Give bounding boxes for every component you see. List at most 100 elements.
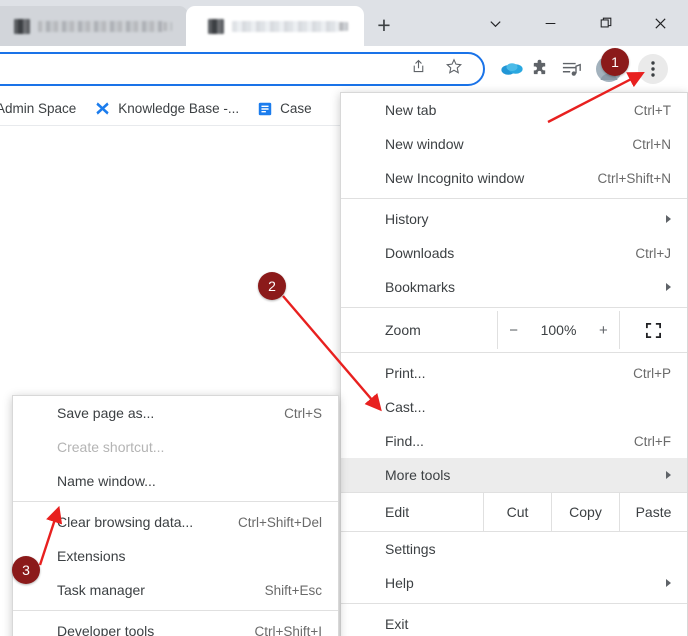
cloud-extension-icon[interactable] <box>500 60 524 78</box>
menu-row-edit: Edit Cut Copy Paste <box>341 493 687 531</box>
menu-item-label: Create shortcut... <box>57 439 322 455</box>
tab-search-button[interactable] <box>468 0 523 46</box>
copy-button[interactable]: Copy <box>551 493 619 531</box>
menu-item-new-tab[interactable]: New tab Ctrl+T <box>341 93 687 127</box>
menu-separator <box>13 610 338 611</box>
annotation-badge-3: 3 <box>12 556 40 584</box>
menu-item-label: New tab <box>385 102 616 118</box>
menu-item-downloads[interactable]: Downloads Ctrl+J <box>341 236 687 270</box>
tab-strip: + <box>0 0 688 46</box>
chrome-main-menu: New tab Ctrl+T New window Ctrl+N New Inc… <box>340 92 688 636</box>
bookmark-label: Admin Space <box>0 101 76 116</box>
menu-item-new-incognito-window[interactable]: New Incognito window Ctrl+Shift+N <box>341 161 687 195</box>
menu-item-settings[interactable]: Settings <box>341 532 687 566</box>
menu-separator <box>341 198 687 199</box>
tab-favicon <box>14 19 30 34</box>
zoom-out-button[interactable]: − <box>507 322 521 339</box>
bookmark-star-icon[interactable] <box>445 58 463 81</box>
browser-tab-inactive[interactable] <box>0 6 188 46</box>
fullscreen-button[interactable] <box>619 311 687 349</box>
bookmark-case[interactable]: Case <box>251 97 318 121</box>
menu-item-name-window[interactable]: Name window... <box>13 464 338 498</box>
menu-item-label: New window <box>385 136 614 152</box>
chevron-right-icon <box>666 471 671 479</box>
tab-favicon <box>208 19 224 34</box>
menu-item-label: Clear browsing data... <box>57 514 220 530</box>
menu-item-label: Extensions <box>57 548 322 564</box>
zoom-in-button[interactable]: + <box>596 322 610 339</box>
menu-item-task-manager[interactable]: Task manager Shift+Esc <box>13 573 338 607</box>
menu-item-label: Developer tools <box>57 623 236 636</box>
menu-item-save-page-as[interactable]: Save page as... Ctrl+S <box>13 396 338 430</box>
menu-item-label: Exit <box>385 616 671 632</box>
close-icon <box>653 16 668 31</box>
menu-item-history[interactable]: History <box>341 202 687 236</box>
address-bar[interactable] <box>0 52 485 86</box>
zoom-label-text: Zoom <box>385 322 421 338</box>
tab-close-icon[interactable] <box>163 22 172 31</box>
menu-item-accelerator: Ctrl+P <box>615 366 671 381</box>
copy-label: Copy <box>569 504 602 520</box>
menu-item-cast[interactable]: Cast... <box>341 390 687 424</box>
menu-item-create-shortcut: Create shortcut... <box>13 430 338 464</box>
bookmark-admin-space[interactable]: Admin Space <box>0 97 82 121</box>
more-tools-item[interactable]: More tools <box>341 458 687 492</box>
clear-browsing-data-item[interactable]: Clear browsing data... Ctrl+Shift+Del <box>13 505 338 539</box>
minus-icon <box>544 17 557 30</box>
menu-item-exit[interactable]: Exit <box>341 607 687 636</box>
menu-item-label: Task manager <box>57 582 247 598</box>
menu-item-new-window[interactable]: New window Ctrl+N <box>341 127 687 161</box>
menu-item-label: More tools <box>385 467 671 483</box>
document-icon <box>257 101 273 117</box>
menu-item-help[interactable]: Help <box>341 566 687 600</box>
share-icon[interactable] <box>410 58 427 80</box>
zoom-controls: − 100% + <box>497 311 619 349</box>
restore-icon <box>599 16 613 30</box>
menu-item-extensions[interactable]: Extensions <box>13 539 338 573</box>
menu-item-developer-tools[interactable]: Developer tools Ctrl+Shift+I <box>13 614 338 636</box>
cut-label: Cut <box>507 504 529 520</box>
menu-item-label: Settings <box>385 541 671 557</box>
browser-tab-active[interactable] <box>186 6 364 46</box>
paste-button[interactable]: Paste <box>619 493 687 531</box>
menu-item-label: History <box>385 211 671 227</box>
menu-item-accelerator: Shift+Esc <box>247 583 322 598</box>
window-controls <box>468 0 688 46</box>
three-dot-menu-icon[interactable] <box>638 54 668 84</box>
menu-item-print[interactable]: Print... Ctrl+P <box>341 356 687 390</box>
new-tab-button[interactable]: + <box>368 10 400 40</box>
edit-label: Edit <box>341 493 483 531</box>
annotation-badge-2: 2 <box>258 272 286 300</box>
chevron-down-icon <box>488 16 503 31</box>
more-tools-submenu: Save page as... Ctrl+S Create shortcut..… <box>12 395 339 636</box>
tab-title-redacted <box>232 21 339 32</box>
puzzle-extensions-icon[interactable] <box>530 60 549 79</box>
close-button[interactable] <box>633 0 688 46</box>
menu-separator <box>341 352 687 353</box>
media-control-icon[interactable] <box>562 60 582 78</box>
chevron-right-icon <box>666 215 671 223</box>
menu-item-accelerator: Ctrl+S <box>266 406 322 421</box>
bookmark-knowledge-base[interactable]: Knowledge Base -... <box>88 97 245 121</box>
menu-item-label: New Incognito window <box>385 170 579 186</box>
badge-number: 2 <box>268 278 276 294</box>
menu-item-find[interactable]: Find... Ctrl+F <box>341 424 687 458</box>
tab-close-icon[interactable] <box>339 22 348 31</box>
menu-item-accelerator: Ctrl+N <box>614 137 671 152</box>
menu-item-label: Name window... <box>57 473 322 489</box>
cut-button[interactable]: Cut <box>483 493 551 531</box>
menu-item-label: Cast... <box>385 399 653 415</box>
menu-item-accelerator: Ctrl+J <box>617 246 671 261</box>
browser-toolbar <box>0 46 688 92</box>
menu-item-label: Find... <box>385 433 616 449</box>
menu-item-bookmarks[interactable]: Bookmarks <box>341 270 687 304</box>
minimize-button[interactable] <box>523 0 578 46</box>
menu-item-accelerator: Ctrl+Shift+N <box>579 171 671 186</box>
menu-item-label: Downloads <box>385 245 617 261</box>
zoom-label: Zoom <box>341 311 497 349</box>
menu-item-label: Bookmarks <box>385 279 671 295</box>
chevron-right-icon <box>666 579 671 587</box>
menu-item-accelerator: Ctrl+F <box>616 434 671 449</box>
badge-number: 1 <box>611 54 619 70</box>
maximize-button[interactable] <box>578 0 633 46</box>
